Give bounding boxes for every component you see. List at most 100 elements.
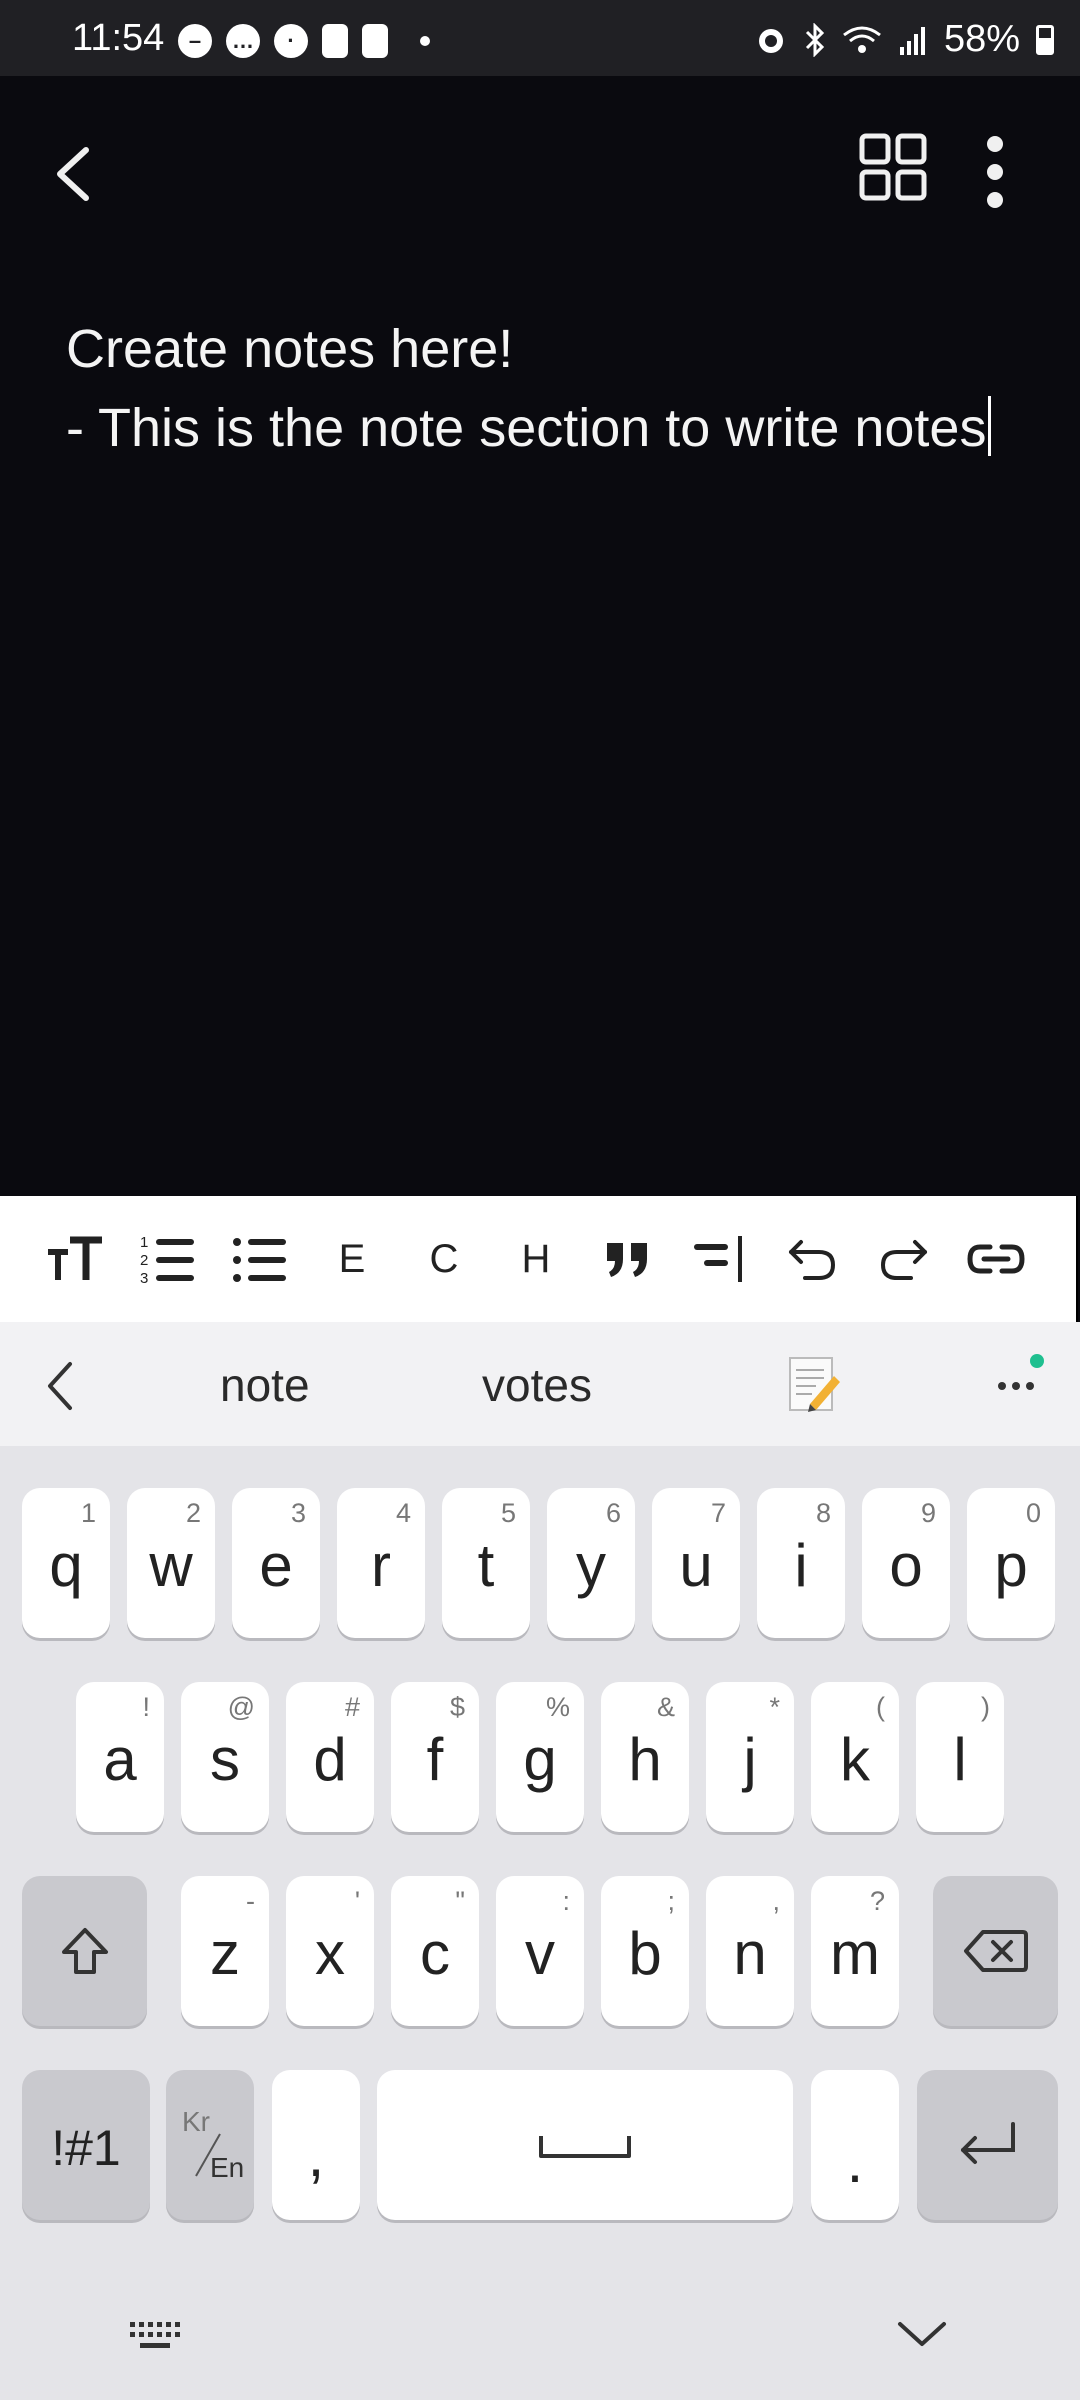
bluetooth-icon bbox=[805, 22, 825, 57]
do-not-disturb-icon: – bbox=[178, 24, 212, 58]
key-label: c bbox=[420, 1920, 450, 1987]
key-k[interactable]: (k bbox=[811, 1682, 899, 1832]
key-i[interactable]: 8i bbox=[757, 1488, 845, 1638]
key-c[interactable]: " c bbox=[391, 1876, 479, 2026]
key-alt-label: * bbox=[769, 1692, 780, 1722]
key-v[interactable]: :v bbox=[496, 1876, 584, 2026]
key-w[interactable]: 2w bbox=[127, 1488, 215, 1638]
key-label: b bbox=[628, 1920, 662, 1987]
bullet-list-button[interactable] bbox=[214, 1209, 306, 1309]
key-alt-label: # bbox=[344, 1692, 360, 1722]
key-d[interactable]: # d bbox=[286, 1682, 374, 1832]
key-g[interactable]: % g bbox=[496, 1682, 584, 1832]
comma-key[interactable]: , bbox=[272, 2070, 360, 2220]
indent-button[interactable] bbox=[674, 1209, 766, 1309]
suggestion-back-button[interactable] bbox=[36, 1356, 86, 1416]
status-time: 11:54 bbox=[72, 17, 165, 59]
symbols-key[interactable]: !#1 bbox=[22, 2070, 150, 2220]
key-label: w bbox=[149, 1532, 193, 1599]
battery-percent: 58% bbox=[943, 18, 1020, 60]
key-alt-label: 7 bbox=[710, 1498, 726, 1528]
key-u[interactable]: 7u bbox=[652, 1488, 740, 1638]
key-f[interactable]: $ f bbox=[391, 1682, 479, 1832]
bullet-list-icon bbox=[233, 1238, 286, 1282]
memo-icon bbox=[789, 1357, 840, 1412]
format-c-button[interactable]: C bbox=[398, 1209, 490, 1309]
key-b[interactable]: ; b bbox=[601, 1876, 689, 2026]
format-toolbar: 1 2 3 E C H bbox=[0, 1196, 1078, 1322]
battery-icon bbox=[1036, 24, 1054, 55]
chat-icon: … bbox=[226, 24, 260, 58]
format-h-button[interactable]: H bbox=[490, 1209, 582, 1309]
space-key[interactable] bbox=[377, 2070, 793, 2220]
key-l[interactable]: ) l bbox=[916, 1682, 1004, 1832]
numbered-list-icon: 1 2 3 bbox=[140, 1234, 194, 1286]
key-label: p bbox=[994, 1532, 1028, 1599]
enter-icon bbox=[961, 2122, 1015, 2164]
enter-key[interactable] bbox=[917, 2070, 1058, 2220]
key-q[interactable]: 1q bbox=[22, 1488, 110, 1638]
shift-key[interactable] bbox=[22, 1876, 147, 2026]
key-z[interactable]: -z bbox=[181, 1876, 269, 2026]
redo-button[interactable] bbox=[858, 1209, 950, 1309]
cup-icon bbox=[322, 24, 348, 58]
key-m[interactable]: ? m bbox=[811, 1876, 899, 2026]
key-alt-label: ) bbox=[981, 1692, 990, 1722]
key-label: l bbox=[953, 1726, 967, 1793]
suggestion-word[interactable]: votes bbox=[482, 1358, 592, 1412]
key-alt-label: 4 bbox=[395, 1498, 411, 1528]
backspace-icon bbox=[964, 1930, 1028, 1972]
svg-text:1: 1 bbox=[140, 1234, 148, 1251]
key-s[interactable]: @ s bbox=[181, 1682, 269, 1832]
suggestion-more-button[interactable] bbox=[990, 1362, 1050, 1402]
language-key[interactable]: Kr En bbox=[166, 2070, 254, 2220]
grid-view-button[interactable] bbox=[858, 132, 930, 204]
text-cursor bbox=[988, 396, 992, 456]
suggestion-word[interactable]: note bbox=[220, 1358, 310, 1412]
key-x[interactable]: ' x bbox=[286, 1876, 374, 2026]
svg-text:2: 2 bbox=[140, 1252, 148, 1269]
quote-button[interactable] bbox=[582, 1209, 674, 1309]
key-a[interactable]: ! a bbox=[76, 1682, 164, 1832]
note-line: Create notes here! bbox=[66, 319, 514, 379]
key-j[interactable]: * j bbox=[706, 1682, 794, 1832]
chevron-left-icon bbox=[57, 147, 89, 201]
key-alt-label: : bbox=[562, 1886, 570, 1916]
key-alt-label: 1 bbox=[80, 1498, 96, 1528]
dot-icon bbox=[420, 36, 430, 46]
backspace-key[interactable] bbox=[933, 1876, 1058, 2026]
key-p[interactable]: 0p bbox=[967, 1488, 1055, 1638]
key-label: z bbox=[210, 1920, 240, 1987]
note-line-text: - This is the note section to write note… bbox=[66, 398, 987, 458]
undo-button[interactable] bbox=[766, 1209, 858, 1309]
key-t[interactable]: 5t bbox=[442, 1488, 530, 1638]
key-r[interactable]: 4r bbox=[337, 1488, 425, 1638]
key-alt-label: , bbox=[772, 1886, 780, 1916]
key-alt-label: & bbox=[656, 1692, 675, 1722]
numbered-list-button[interactable]: 1 2 3 bbox=[122, 1209, 214, 1309]
key-n[interactable]: ,n bbox=[706, 1876, 794, 2026]
suggestion-bar: note votes bbox=[0, 1322, 1080, 1446]
period-key[interactable]: . bbox=[811, 2070, 899, 2220]
status-bar: 11:54 – … · 58% bbox=[0, 0, 1080, 76]
key-o[interactable]: 9o bbox=[862, 1488, 950, 1638]
comma-label: , bbox=[307, 2122, 325, 2189]
back-button[interactable] bbox=[44, 134, 104, 214]
hide-keyboard-button[interactable] bbox=[894, 2314, 950, 2354]
key-e[interactable]: 3e bbox=[232, 1488, 320, 1638]
key-label: y bbox=[576, 1532, 606, 1599]
text-size-button[interactable] bbox=[30, 1209, 122, 1309]
key-alt-label: - bbox=[246, 1886, 255, 1916]
note-editor[interactable]: Create notes here! - This is the note se… bbox=[66, 310, 1026, 468]
key-label: k bbox=[840, 1726, 870, 1793]
cat-icon: · bbox=[274, 24, 308, 58]
link-button[interactable] bbox=[950, 1209, 1042, 1309]
keyboard-switch-button[interactable] bbox=[126, 2316, 186, 2356]
more-options-button[interactable] bbox=[970, 132, 1020, 212]
memo-suggestion[interactable] bbox=[786, 1354, 842, 1414]
format-e-button[interactable]: E bbox=[306, 1209, 398, 1309]
key-alt-label: 8 bbox=[815, 1498, 831, 1528]
key-y[interactable]: 6y bbox=[547, 1488, 635, 1638]
key-h[interactable]: & h bbox=[601, 1682, 689, 1832]
symbols-label: !#1 bbox=[51, 2120, 121, 2176]
